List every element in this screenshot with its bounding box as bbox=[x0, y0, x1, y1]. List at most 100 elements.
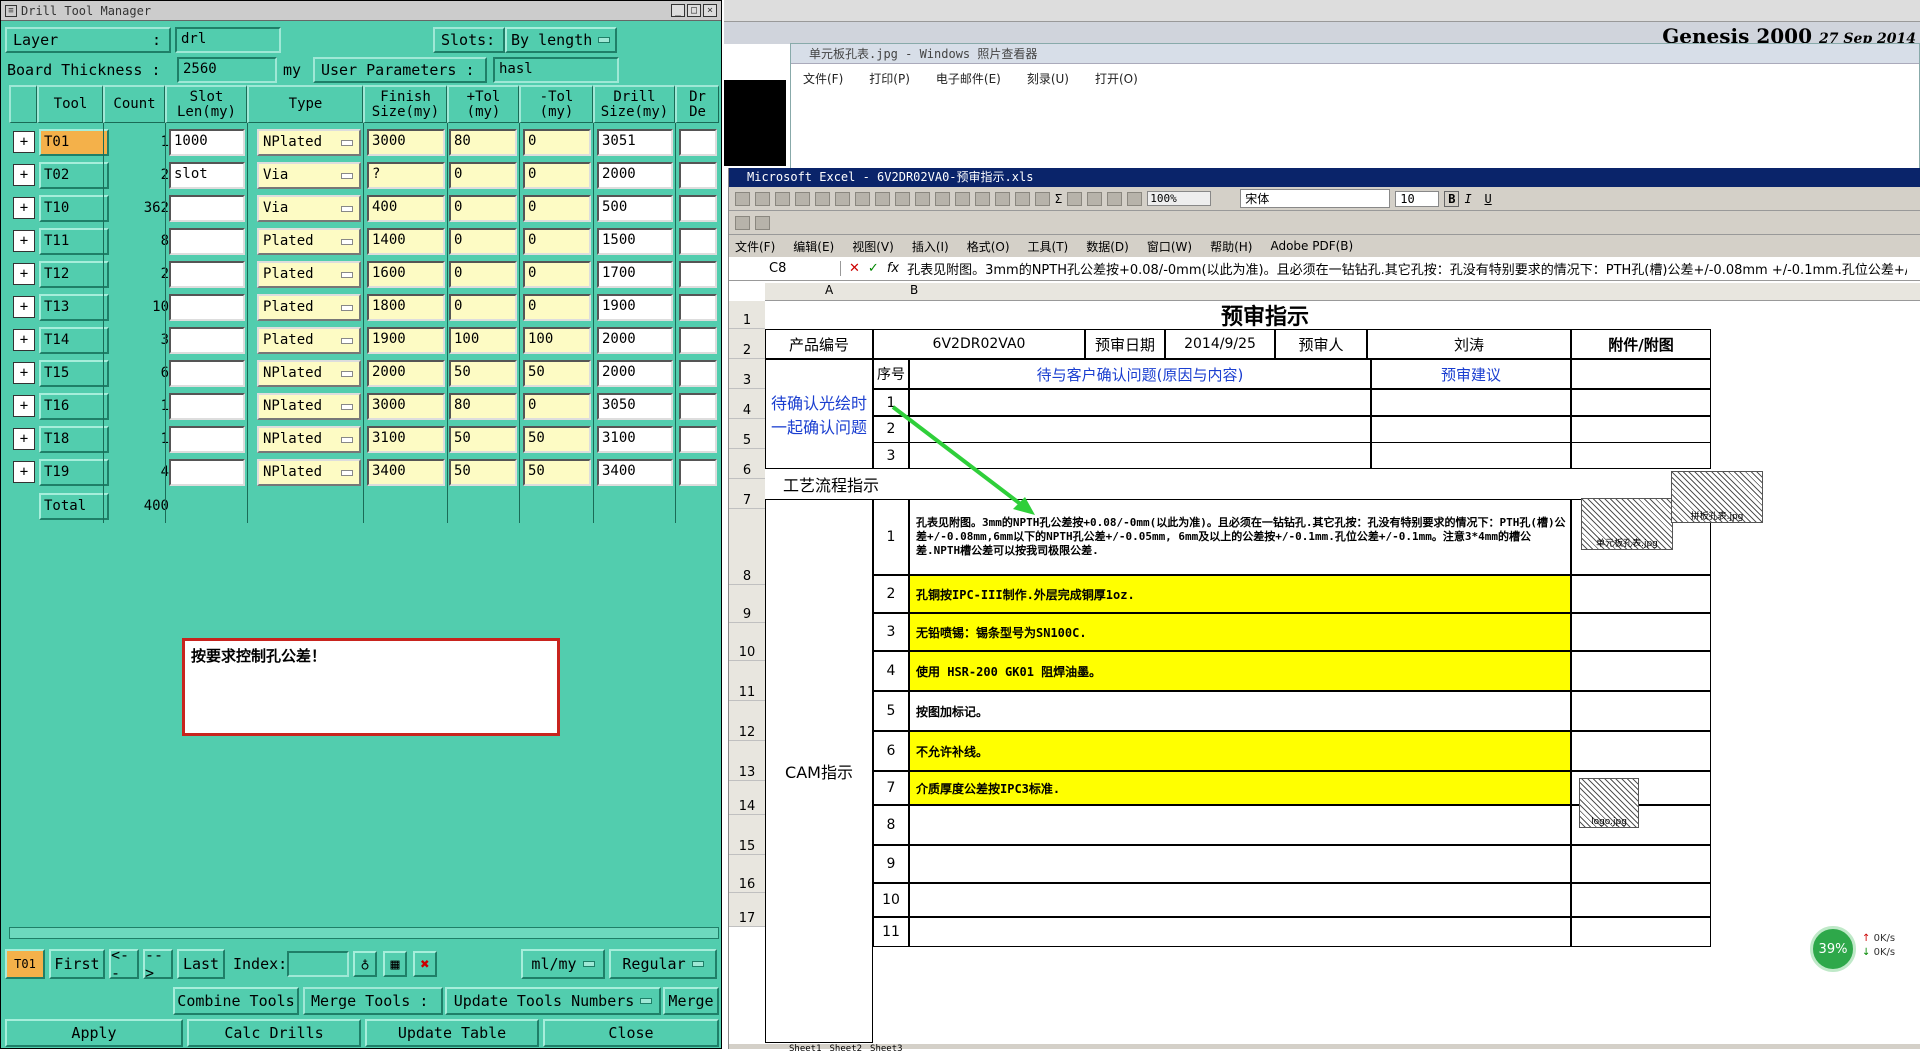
slot-len-field[interactable] bbox=[169, 360, 245, 387]
first-button[interactable]: First bbox=[49, 949, 105, 979]
drill-size-field[interactable]: 1500 bbox=[597, 228, 673, 255]
undo-icon[interactable] bbox=[995, 191, 1010, 206]
tool-name[interactable]: T15 bbox=[39, 360, 109, 387]
bold-icon[interactable]: B bbox=[1444, 190, 1460, 207]
unit-dropdown[interactable]: ml/my bbox=[521, 949, 605, 979]
sheet-title[interactable]: 预审指示 bbox=[765, 301, 1765, 329]
cam-seq[interactable]: 5 bbox=[873, 691, 909, 731]
type-dropdown[interactable]: NPlated bbox=[257, 393, 361, 420]
index-field[interactable] bbox=[287, 951, 349, 977]
slot-len-field[interactable]: slot bbox=[169, 162, 245, 189]
product-value[interactable]: 6V2DR02VA0 bbox=[873, 329, 1085, 359]
minus-tol-field[interactable]: 0 bbox=[523, 294, 591, 321]
plus-tol-field[interactable]: 0 bbox=[449, 294, 517, 321]
product-label[interactable]: 产品编号 bbox=[765, 329, 873, 359]
close-button[interactable]: Close bbox=[543, 1019, 719, 1047]
drill-depth-field[interactable] bbox=[679, 459, 717, 486]
board-thickness-field[interactable]: 2560 bbox=[177, 57, 277, 83]
next-button[interactable]: --> bbox=[143, 946, 173, 982]
finish-size-field[interactable]: 3000 bbox=[367, 129, 445, 156]
cam-attach-cell[interactable] bbox=[1571, 845, 1711, 883]
update-table-button[interactable]: Update Table bbox=[365, 1019, 539, 1047]
expand-icon[interactable]: + bbox=[13, 131, 35, 153]
row-header[interactable]: 14 bbox=[729, 781, 765, 815]
row-header[interactable]: 15 bbox=[729, 815, 765, 855]
drawing-icon[interactable] bbox=[1127, 191, 1143, 206]
drill-size-field[interactable]: 1900 bbox=[597, 294, 673, 321]
finish-size-field[interactable]: ? bbox=[367, 162, 445, 189]
prev-button[interactable]: <-- bbox=[109, 946, 139, 982]
save-icon[interactable] bbox=[775, 191, 790, 206]
preview-icon[interactable] bbox=[855, 191, 870, 206]
slot-len-field[interactable]: 1000 bbox=[169, 129, 245, 156]
drill-size-field[interactable]: 500 bbox=[597, 195, 673, 222]
finish-size-field[interactable]: 3000 bbox=[367, 393, 445, 420]
pending-advice-cell[interactable] bbox=[1371, 415, 1571, 443]
row-header[interactable]: 8 bbox=[729, 509, 765, 585]
bulb-icon[interactable]: ♁ bbox=[353, 951, 377, 977]
drill-depth-field[interactable] bbox=[679, 393, 717, 420]
cam-instruction[interactable]: 无铅喷锡：锡条型号为SN100C. bbox=[909, 613, 1571, 651]
drill-depth-field[interactable] bbox=[679, 129, 717, 156]
cam-attach-cell[interactable] bbox=[1571, 691, 1711, 731]
viewer-title[interactable]: 单元板孔表.jpg - Windows 照片查看器 bbox=[791, 44, 1919, 64]
drill-depth-field[interactable] bbox=[679, 327, 717, 354]
expand-icon[interactable]: + bbox=[13, 296, 35, 318]
plus-tol-field[interactable]: 0 bbox=[449, 162, 517, 189]
date-value[interactable]: 2014/9/25 bbox=[1165, 329, 1275, 359]
finish-size-field[interactable]: 1600 bbox=[367, 261, 445, 288]
plus-tol-field[interactable]: 100 bbox=[449, 327, 517, 354]
excel-menu-item[interactable]: Adobe PDF(B) bbox=[1270, 239, 1353, 253]
calc-drills-button[interactable]: Calc Drills bbox=[187, 1019, 361, 1047]
drill-depth-field[interactable] bbox=[679, 294, 717, 321]
zoom-box[interactable]: 100% bbox=[1147, 191, 1212, 206]
slot-len-field[interactable] bbox=[169, 294, 245, 321]
finish-size-field[interactable]: 1800 bbox=[367, 294, 445, 321]
sheet-tab-1[interactable]: Sheet1 bbox=[789, 1044, 822, 1054]
merge-button[interactable]: Merge bbox=[663, 987, 719, 1015]
tool-name[interactable]: T14 bbox=[39, 327, 109, 354]
finish-size-field[interactable]: 3100 bbox=[367, 426, 445, 453]
cam-instruction[interactable]: 按图加标记。 bbox=[909, 691, 1571, 731]
person-label[interactable]: 预审人 bbox=[1275, 329, 1367, 359]
excel-menu-item[interactable]: 工具(T) bbox=[1028, 238, 1069, 255]
cam-seq[interactable]: 11 bbox=[873, 917, 909, 947]
expand-icon[interactable]: + bbox=[13, 428, 35, 450]
pending-advice-cell[interactable] bbox=[1371, 442, 1571, 470]
cam-seq[interactable]: 10 bbox=[873, 883, 909, 917]
hyperlink-icon[interactable] bbox=[1035, 191, 1050, 206]
cam-instruction[interactable] bbox=[909, 917, 1571, 947]
sheet-tab-2[interactable]: Sheet2 bbox=[830, 1044, 863, 1054]
finish-size-field[interactable]: 2000 bbox=[367, 360, 445, 387]
viewer-menu-item[interactable]: 文件(F) bbox=[803, 70, 843, 87]
viewer-menu-item[interactable]: 电子邮件(E) bbox=[936, 70, 1001, 87]
type-dropdown[interactable]: Plated bbox=[257, 228, 361, 255]
sheet-tab-3[interactable]: Sheet3 bbox=[870, 1044, 903, 1054]
expand-icon[interactable]: + bbox=[13, 329, 35, 351]
row-header[interactable]: 2 bbox=[729, 329, 765, 359]
email-icon[interactable] bbox=[815, 191, 830, 206]
plus-tol-field[interactable]: 0 bbox=[449, 261, 517, 288]
drill-size-field[interactable]: 2000 bbox=[597, 360, 673, 387]
delete-icon[interactable]: ✖ bbox=[413, 951, 437, 977]
slot-len-field[interactable] bbox=[169, 228, 245, 255]
worksheet-grid[interactable]: A B 1 2 3 4 5 6 7 8 9 10 11 12 13 14 15 16 17 预审指示 产品编号 … bbox=[729, 283, 1920, 1043]
drill-depth-field[interactable] bbox=[679, 162, 717, 189]
date-label[interactable]: 预审日期 bbox=[1085, 329, 1165, 359]
type-dropdown[interactable]: NPlated bbox=[257, 426, 361, 453]
cam-seq[interactable]: 3 bbox=[873, 613, 909, 651]
plus-tol-field[interactable]: 0 bbox=[449, 195, 517, 222]
attach-cell-r3[interactable] bbox=[1571, 359, 1711, 389]
cam-seq[interactable]: 9 bbox=[873, 845, 909, 883]
function-icon[interactable]: fx bbox=[887, 261, 907, 276]
horizontal-scrollbar[interactable] bbox=[9, 927, 719, 939]
plus-tol-field[interactable]: 80 bbox=[449, 129, 517, 156]
excel-menu-item[interactable]: 格式(O) bbox=[967, 238, 1010, 255]
cam-instruction[interactable] bbox=[909, 845, 1571, 883]
excel-menu-item[interactable]: 视图(V) bbox=[852, 238, 894, 255]
drill-size-field[interactable]: 3100 bbox=[597, 426, 673, 453]
cam-instruction[interactable]: 使用 HSR-200 GK01 阻焊油墨。 bbox=[909, 651, 1571, 691]
new-icon[interactable] bbox=[735, 191, 750, 206]
tool-name[interactable]: T01 bbox=[39, 129, 109, 156]
cam-attach-cell[interactable] bbox=[1571, 917, 1711, 947]
